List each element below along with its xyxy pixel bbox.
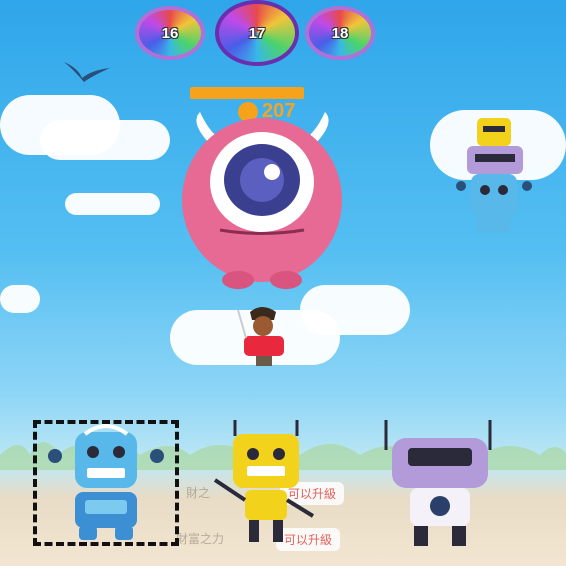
level-number: 17: [248, 24, 266, 42]
level-orb-current[interactable]: 17: [215, 0, 299, 66]
robot-slot-yellow[interactable]: [205, 420, 325, 548]
level-orb-next[interactable]: 18: [305, 6, 375, 60]
level-orb-prev[interactable]: 16: [135, 6, 205, 60]
cloud: [0, 285, 40, 313]
level-number: 18: [331, 24, 349, 42]
cloud: [40, 120, 170, 160]
boss-monster[interactable]: [180, 112, 345, 290]
robot-slot-blue[interactable]: [45, 422, 167, 542]
hero-character[interactable]: [232, 304, 296, 370]
boss-health-bar: [190, 87, 304, 99]
level-number: 16: [161, 24, 179, 42]
robot-slot-purple[interactable]: [378, 420, 502, 550]
cloud: [65, 193, 160, 215]
enemy-robot-stack: [456, 118, 532, 232]
bird-icon: [64, 62, 110, 82]
game-stage: 16 17 18 207 財之 財富之力 可以升級 可以升級: [0, 0, 566, 566]
